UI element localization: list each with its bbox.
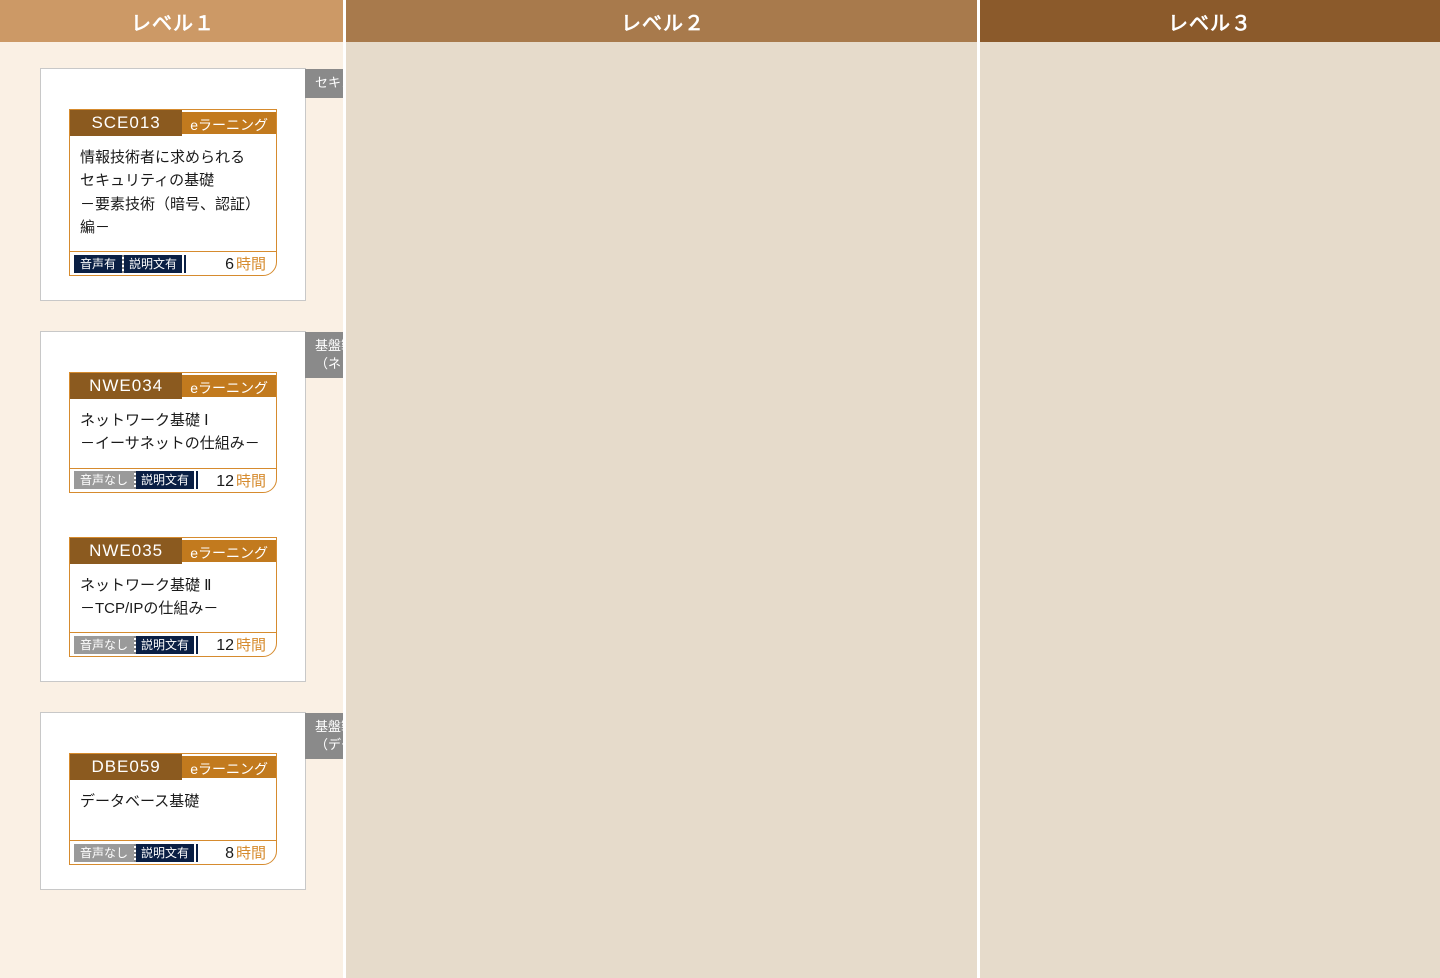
description-available-badge: 説明文有 xyxy=(136,636,194,654)
audio-unavailable-badge: 音声なし xyxy=(74,636,134,654)
course-header: NWE035eラーニング xyxy=(70,538,276,564)
course-title: 情報技術者に求められる セキュリティの基礎 －要素技術（暗号、認証）編－ xyxy=(70,136,276,251)
footer-divider-icon xyxy=(196,636,198,654)
course-title: ネットワーク基礎 Ⅰ －イーサネットの仕組み－ xyxy=(70,399,276,468)
hours-unit-label: 時間 xyxy=(236,637,266,654)
hours-value: 12 xyxy=(216,637,234,654)
description-available-badge: 説明文有 xyxy=(136,844,194,862)
footer-divider-icon xyxy=(184,255,186,273)
course-footer: 音声なし説明文有 8時間 xyxy=(70,840,276,864)
course-title: データベース基礎 xyxy=(70,780,276,840)
course-code: DBE059 xyxy=(70,754,182,780)
course-header: NWE034eラーニング xyxy=(70,373,276,399)
course-group: 基盤製品 （ネットワーク）NWE034eラーニングネットワーク基礎 Ⅰ －イーサ… xyxy=(40,331,306,682)
course-card[interactable]: DBE059eラーニングデータベース基礎音声なし説明文有 8時間 xyxy=(69,753,277,865)
description-available-badge: 説明文有 xyxy=(136,471,194,489)
course-type-badge: eラーニング xyxy=(182,373,276,399)
course-card[interactable]: SCE013eラーニング情報技術者に求められる セキュリティの基礎 －要素技術（… xyxy=(69,109,277,276)
course-title: ネットワーク基礎 Ⅱ －TCP/IPの仕組み－ xyxy=(70,564,276,633)
footer-divider-icon xyxy=(196,471,198,489)
course-header: DBE059eラーニング xyxy=(70,754,276,780)
course-type-badge: eラーニング xyxy=(182,538,276,564)
description-available-badge: 説明文有 xyxy=(124,255,182,273)
hours-value: 12 xyxy=(216,473,234,490)
course-type-badge: eラーニング xyxy=(182,754,276,780)
course-group: 基盤製品 （データベース）DBE059eラーニングデータベース基礎音声なし説明文… xyxy=(40,712,306,890)
footer-divider-icon xyxy=(196,844,198,862)
course-hours: 12時間 xyxy=(200,634,276,655)
column-header-level-1: レベル１ xyxy=(0,0,346,42)
course-hours: 8時間 xyxy=(200,842,276,863)
column-body-level-1: セキュリティSCE013eラーニング情報技術者に求められる セキュリティの基礎 … xyxy=(0,42,346,978)
course-hours: 6時間 xyxy=(188,253,276,274)
column-level-3: レベル３ xyxy=(980,0,1440,978)
course-footer: 音声なし説明文有 12時間 xyxy=(70,468,276,492)
audio-unavailable-badge: 音声なし xyxy=(74,471,134,489)
column-body-level-2 xyxy=(346,42,980,978)
course-type-badge: eラーニング xyxy=(182,110,276,136)
column-body-level-3 xyxy=(980,42,1440,978)
course-code: NWE034 xyxy=(70,373,182,399)
level-columns: レベル１ セキュリティSCE013eラーニング情報技術者に求められる セキュリテ… xyxy=(0,0,1440,978)
column-level-1: レベル１ セキュリティSCE013eラーニング情報技術者に求められる セキュリテ… xyxy=(0,0,346,978)
audio-available-badge: 音声有 xyxy=(74,255,122,273)
column-level-2: レベル２ xyxy=(346,0,980,978)
course-card[interactable]: NWE034eラーニングネットワーク基礎 Ⅰ －イーサネットの仕組み－音声なし説… xyxy=(69,372,277,493)
audio-unavailable-badge: 音声なし xyxy=(74,844,134,862)
course-card[interactable]: NWE035eラーニングネットワーク基礎 Ⅱ －TCP/IPの仕組み－音声なし説… xyxy=(69,537,277,658)
course-code: SCE013 xyxy=(70,110,182,136)
hours-unit-label: 時間 xyxy=(236,473,266,490)
course-footer: 音声有説明文有 6時間 xyxy=(70,251,276,275)
hours-unit-label: 時間 xyxy=(236,256,266,273)
course-code: NWE035 xyxy=(70,538,182,564)
hours-value: 8 xyxy=(225,845,234,862)
course-header: SCE013eラーニング xyxy=(70,110,276,136)
column-header-level-2: レベル２ xyxy=(346,0,980,42)
course-group: セキュリティSCE013eラーニング情報技術者に求められる セキュリティの基礎 … xyxy=(40,68,306,301)
hours-unit-label: 時間 xyxy=(236,845,266,862)
hours-value: 6 xyxy=(225,256,234,273)
course-footer: 音声なし説明文有 12時間 xyxy=(70,632,276,656)
column-header-level-3: レベル３ xyxy=(980,0,1440,42)
course-hours: 12時間 xyxy=(200,470,276,491)
